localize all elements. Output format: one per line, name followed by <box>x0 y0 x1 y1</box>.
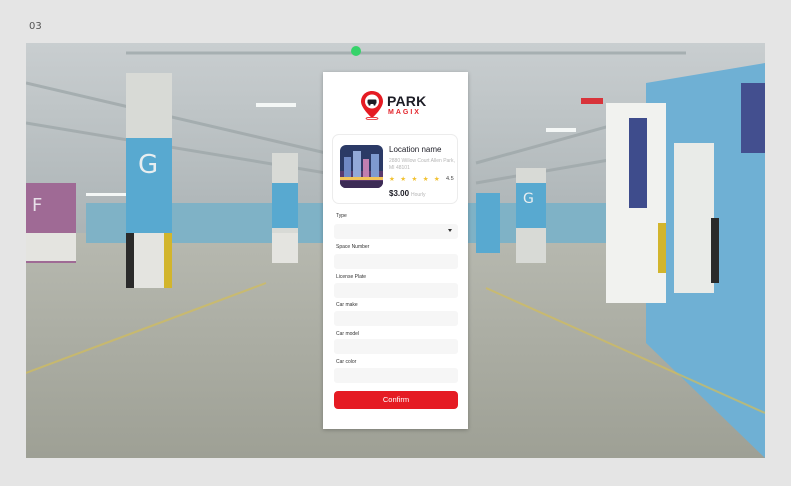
location-address: 2880 Willow Court Allen Park, MI 48101 <box>389 158 455 171</box>
space-number-label: Space Number <box>336 244 370 250</box>
brand-sub: MAGIX <box>388 109 421 116</box>
price: $3.00 Hourly <box>389 189 425 198</box>
svg-text:F: F <box>32 195 42 216</box>
rating-stars: ★ ★ ★ ★ ★ <box>389 176 442 183</box>
location-card[interactable]: Location name 2880 Willow Court Allen Pa… <box>332 134 458 204</box>
license-plate-label: License Plate <box>336 274 367 280</box>
frame-label: 03 <box>29 21 42 32</box>
svg-text:G: G <box>523 191 534 207</box>
space-number-input[interactable] <box>334 254 458 269</box>
rating-value: 4.5 <box>446 176 454 182</box>
car-make-label: Car make <box>336 302 358 308</box>
price-amount: $3.00 <box>389 189 410 198</box>
brand-name: PARK <box>387 93 427 109</box>
car-color-label: Car color <box>336 359 357 365</box>
license-plate-input[interactable] <box>334 283 458 298</box>
confirm-button[interactable]: Confirm <box>334 391 458 409</box>
location-name: Location name <box>389 145 442 154</box>
chevron-down-icon <box>448 229 452 232</box>
price-unit: Hourly <box>411 192 426 198</box>
svg-text:G: G <box>138 150 158 180</box>
car-color-input[interactable] <box>334 368 458 383</box>
type-select[interactable] <box>334 224 458 239</box>
map-pin-car-icon <box>361 91 383 120</box>
car-make-input[interactable] <box>334 311 458 326</box>
car-model-input[interactable] <box>334 339 458 354</box>
location-thumbnail <box>340 145 383 188</box>
park-magix-logo: PARK MAGIX <box>360 90 440 120</box>
type-label: Type <box>336 213 347 219</box>
car-model-label: Car model <box>336 331 360 337</box>
booking-form-card: PARK MAGIX Location name 2880 Willow Cou… <box>323 72 468 429</box>
